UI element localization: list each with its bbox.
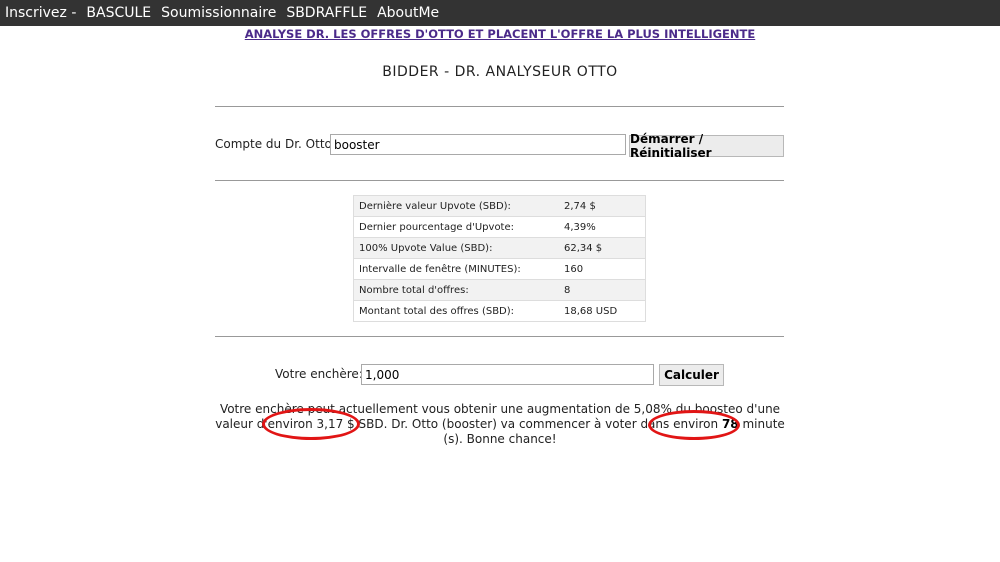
start-reset-button[interactable]: Démarrer / Réinitialiser xyxy=(629,132,784,160)
calculate-button[interactable]: Calculer xyxy=(659,364,724,386)
analysis-link[interactable]: ANALYSE DR. LES OFFRES D'OTTO ET PLACENT… xyxy=(0,27,1000,41)
stat-label: Dernière valeur Upvote (SBD): xyxy=(353,195,559,217)
divider xyxy=(215,180,784,181)
bid-input[interactable] xyxy=(361,364,654,385)
page-title: BIDDER - DR. ANALYSEUR OTTO xyxy=(382,64,618,80)
stat-label: Dernier pourcentage d'Upvote: xyxy=(353,216,559,238)
stat-value: 8 xyxy=(559,279,646,301)
stat-value: 2,74 $ xyxy=(559,195,646,217)
nav-inscrivez[interactable]: Inscrivez - xyxy=(5,5,76,21)
table-row: 100% Upvote Value (SBD): 62,34 $ xyxy=(353,237,646,259)
result-text: Votre enchère peut actuellement vous obt… xyxy=(215,402,785,447)
table-row: Montant total des offres (SBD): 18,68 US… xyxy=(353,300,646,322)
stat-label: 100% Upvote Value (SBD): xyxy=(353,237,559,259)
stat-value: 160 xyxy=(559,258,646,280)
top-navigation: Inscrivez - BASCULE Soumissionnaire SBDR… xyxy=(0,0,1000,26)
nav-bascule[interactable]: BASCULE xyxy=(86,5,151,21)
stat-value: 62,34 $ xyxy=(559,237,646,259)
stats-table: Dernière valeur Upvote (SBD): 2,74 $ Der… xyxy=(353,195,646,322)
nav-sbdraffle[interactable]: SBDRAFFLE xyxy=(286,5,367,21)
divider xyxy=(215,336,784,337)
table-row: Dernière valeur Upvote (SBD): 2,74 $ xyxy=(353,195,646,217)
nav-soumissionnaire[interactable]: Soumissionnaire xyxy=(161,5,276,21)
account-input[interactable] xyxy=(330,134,626,155)
nav-aboutme[interactable]: AboutMe xyxy=(377,5,439,21)
result-amount: 3,17 $ SBD. xyxy=(316,417,388,431)
result-part2: Dr. Otto (booster) va commencer à voter … xyxy=(387,417,722,431)
stat-label: Montant total des offres (SBD): xyxy=(353,300,559,322)
table-row: Nombre total d'offres: 8 xyxy=(353,279,646,301)
account-label: Compte du Dr. Otto xyxy=(215,137,332,151)
table-row: Intervalle de fenêtre (MINUTES): 160 xyxy=(353,258,646,280)
bid-label: Votre enchère: xyxy=(275,367,363,381)
divider xyxy=(215,106,784,107)
stat-value: 4,39% xyxy=(559,216,646,238)
result-minutes: 78 xyxy=(721,417,739,431)
table-row: Dernier pourcentage d'Upvote: 4,39% xyxy=(353,216,646,238)
stat-label: Nombre total d'offres: xyxy=(353,279,559,301)
stat-value: 18,68 USD xyxy=(559,300,646,322)
stat-label: Intervalle de fenêtre (MINUTES): xyxy=(353,258,559,280)
